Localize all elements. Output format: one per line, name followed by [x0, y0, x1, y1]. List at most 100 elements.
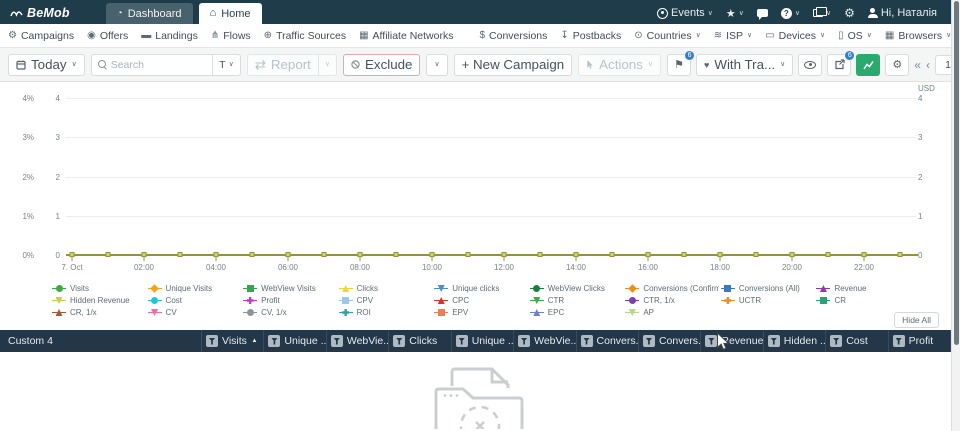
table-column-revenue[interactable]: Revenue▲ [701, 330, 763, 352]
legend-item-epc[interactable]: EPC [530, 308, 624, 317]
table-column-label: Unique ... [472, 335, 514, 347]
table-column-unique[interactable]: Unique ... [264, 330, 326, 352]
legend-item-unique-clicks[interactable]: Unique clicks [434, 284, 528, 293]
settings-button[interactable]: ⚙ [844, 6, 855, 20]
table-column-webvie[interactable]: WebVie... [327, 330, 389, 352]
nav-item-traffic-sources[interactable]: ⊕Traffic Sources [264, 30, 346, 42]
legend-item-unique-visits[interactable]: Unique Visits [148, 284, 242, 293]
filter-button[interactable] [206, 335, 218, 347]
nav-item-campaigns[interactable]: ⚙Campaigns [8, 30, 74, 42]
table-column-webvie[interactable]: WebVie... [514, 330, 576, 352]
nav-item-devices[interactable]: ▭Devices∨ [765, 30, 825, 42]
table-column-visits[interactable]: Visits▲ [202, 330, 264, 352]
exclude-button[interactable]: Exclude [343, 54, 420, 76]
legend-item-conversions-all[interactable]: Conversions (All) [721, 284, 815, 293]
legend-item-profit[interactable]: Profit [243, 296, 337, 305]
filter-button[interactable] [705, 335, 717, 347]
nav-item-os[interactable]: ▯OS∨ [838, 30, 872, 42]
nav-item-isp[interactable]: ≋ISP∨ [714, 30, 752, 42]
report-dropdown-button[interactable]: ∨ [319, 54, 337, 76]
filter-button[interactable] [768, 335, 780, 347]
filter-button[interactable] [393, 335, 405, 347]
filter-button[interactable] [893, 335, 905, 347]
legend-item-clicks[interactable]: Clicks [339, 284, 433, 293]
table-column-cost[interactable]: Cost [826, 330, 888, 352]
filter-button[interactable] [456, 335, 468, 347]
table-column-convers[interactable]: Convers... [577, 330, 639, 352]
table-column-profit[interactable]: Profit [889, 330, 951, 352]
y-axis-percent-tick: 0% [8, 251, 34, 260]
legend-item-webview-visits[interactable]: WebView Visits [243, 284, 337, 293]
legend-item-cv[interactable]: CV [148, 308, 242, 317]
new-campaign-button[interactable]: + New Campaign [454, 54, 573, 76]
hide-all-button[interactable]: Hide All [894, 312, 939, 328]
legend-label: WebView Clicks [548, 284, 605, 293]
filter-button[interactable] [643, 335, 655, 347]
filter-button[interactable] [581, 335, 593, 347]
billing-menu[interactable]: ∨ [813, 9, 831, 17]
legend-item-cr-1-x[interactable]: CR, 1/x [52, 308, 146, 317]
flags-button[interactable]: ⚑ 6 [667, 54, 691, 76]
search-type-selector[interactable]: T ∨ [212, 55, 240, 75]
report-button[interactable]: ⇄ Report [247, 54, 319, 76]
tab-home[interactable]: ⌂ Home [199, 3, 262, 24]
table-column-hidden[interactable]: Hidden ... [764, 330, 826, 352]
legend-item-revenue[interactable]: Revenue [816, 284, 910, 293]
actions-button[interactable]: Actions ∨ [578, 54, 661, 76]
chat-button[interactable] [757, 9, 768, 17]
exclude-dropdown-button[interactable]: ∨ [426, 54, 447, 76]
favorites-menu[interactable]: ★ ∨ [726, 7, 744, 20]
tab-dashboard[interactable]: ◔ Dashboard [106, 3, 193, 24]
topbar-right: Events ∨ ★ ∨ ? ∨ ∨ ⚙ Hi, [657, 6, 951, 24]
first-page-button[interactable]: « [914, 58, 921, 72]
nav-item-landings[interactable]: ▬Landings [141, 30, 198, 42]
user-menu[interactable]: Hi, Наталія [868, 7, 937, 19]
legend-item-cv-1-x[interactable]: CV, 1/x [243, 308, 337, 317]
legend-item-cost[interactable]: Cost [148, 296, 242, 305]
nav-item-postbacks[interactable]: ↧Postbacks [560, 30, 621, 42]
help-menu[interactable]: ? ∨ [781, 8, 800, 19]
table-settings-button[interactable]: ⚙ [885, 54, 909, 76]
date-range-button[interactable]: Today ∨ [8, 54, 85, 76]
events-menu[interactable]: Events ∨ [657, 7, 713, 19]
legend-item-ctr-1-x[interactable]: CTR, 1/x [625, 296, 719, 305]
legend-item-cpc[interactable]: CPC [434, 296, 528, 305]
search-icon [98, 60, 107, 69]
legend-item-cr[interactable]: CR [816, 296, 910, 305]
legend-item-visits[interactable]: Visits [52, 284, 146, 293]
legend-item-epv[interactable]: EPV [434, 308, 528, 317]
nav-item-offers[interactable]: ◉Offers [87, 30, 128, 42]
traffic-filter-button[interactable]: ♥ With Tra... ∨ [696, 54, 793, 76]
search-input[interactable] [111, 59, 208, 71]
table-group-column[interactable]: Custom 4 [0, 330, 202, 352]
legend-item-uctr[interactable]: UCTR [721, 296, 815, 305]
funnel-icon [458, 338, 465, 345]
vertical-scrollbar[interactable] [951, 0, 960, 431]
legend-item-roi[interactable]: ROI [339, 308, 433, 317]
filter-button[interactable] [268, 335, 280, 347]
filter-button[interactable] [518, 335, 530, 347]
table-column-convers[interactable]: Convers... [639, 330, 701, 352]
filter-button[interactable] [331, 335, 343, 347]
legend-item-ap[interactable]: AP [625, 308, 719, 317]
filter-button[interactable] [830, 335, 842, 347]
legend-item-hidden-revenue[interactable]: Hidden Revenue [52, 296, 146, 305]
prev-page-button[interactable]: ‹ [926, 58, 930, 72]
nav-item-flows[interactable]: ⋔Flows [211, 30, 251, 42]
legend-item-webview-clicks[interactable]: WebView Clicks [530, 284, 624, 293]
visibility-button[interactable] [798, 54, 822, 76]
nav-item-conversions[interactable]: $Conversions [479, 30, 547, 42]
scrollbar-thumb[interactable] [954, 1, 959, 345]
nav-item-label: Landings [155, 30, 198, 42]
table-column-unique[interactable]: Unique ... [452, 330, 514, 352]
nav-item-browsers[interactable]: ▦Browsers∨ [885, 30, 951, 42]
legend-item-conversions-confirmed[interactable]: Conversions (Confirmed) [625, 284, 719, 293]
legend-item-ctr[interactable]: CTR [530, 296, 624, 305]
chart-toggle-button[interactable] [856, 54, 880, 76]
nav-item-affiliate-networks[interactable]: ▦Affiliate Networks [359, 30, 453, 42]
bemob-logo[interactable]: BeMob [0, 6, 80, 24]
table-column-clicks[interactable]: Clicks [389, 330, 451, 352]
legend-item-cpv[interactable]: CPV [339, 296, 433, 305]
nav-item-countries[interactable]: ⊙Countries∨ [634, 30, 700, 42]
share-button[interactable]: 6 [827, 54, 851, 76]
